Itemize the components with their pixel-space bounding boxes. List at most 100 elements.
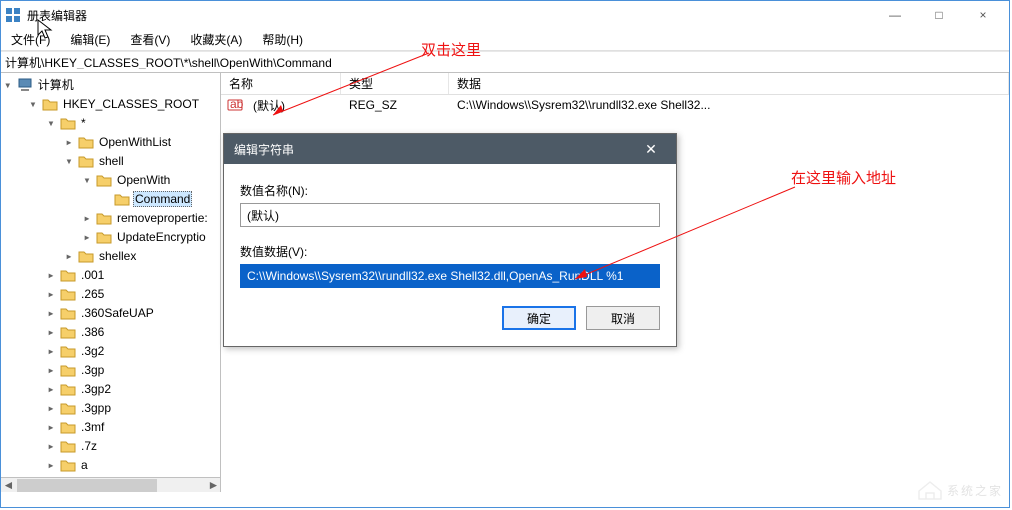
tree-toggle-icon[interactable]: ▸ [81,211,93,225]
tree-toggle-icon[interactable]: ▸ [45,363,57,377]
tree-item[interactable]: ▸ OpenWithList [1,132,220,151]
folder-icon [78,154,94,168]
tree-toggle-icon[interactable]: ▾ [27,97,39,111]
tree-item[interactable]: ▸ .3gp2 [1,379,220,398]
folder-icon [96,173,112,187]
tree-item[interactable]: ▾shell [1,151,220,170]
registry-editor-window: 册表编辑器 — □ × 文件(F) 编辑(E) 查看(V) 收藏夹(A) 帮助(… [0,0,1010,508]
tree-item[interactable]: ▸.3mf [1,417,220,436]
tree-item[interactable]: ▸ .265 [1,284,220,303]
tree-toggle-icon[interactable]: ▸ [63,135,75,149]
tree-item[interactable]: ▸.3gp [1,360,220,379]
tree-toggle-icon[interactable]: ▸ [45,344,57,358]
tree-item[interactable]: ▸ .360SafeUAP [1,303,220,322]
tree-item-label: OpenWithList [97,135,173,149]
col-name[interactable]: 名称 [221,73,341,94]
menu-favorites[interactable]: 收藏夹(A) [186,29,246,50]
address-input[interactable] [5,55,1005,69]
col-data[interactable]: 数据 [449,73,1009,94]
tree-item[interactable]: ▸.3gpp [1,398,220,417]
tree-toggle-icon[interactable]: ▸ [45,439,57,453]
folder-icon [60,344,76,358]
tree-item[interactable]: ▸.3g2 [1,341,220,360]
folder-icon [60,458,76,472]
minimize-button[interactable]: — [873,1,917,29]
tree-item-label: .265 [79,287,106,301]
scroll-right-arrow[interactable]: ► [206,479,221,492]
value-data-label: 数值数据(V): [240,243,660,260]
window-controls: — □ × [873,1,1005,29]
tree-toggle-icon[interactable]: ▸ [45,325,57,339]
cancel-button[interactable]: 取消 [586,306,660,330]
tree-item-label: Command [133,191,192,207]
folder-icon [114,192,130,206]
tree-item[interactable]: ▸UpdateEncryptio [1,227,220,246]
maximize-button[interactable]: □ [917,1,961,29]
scrollbar-thumb[interactable] [17,479,157,492]
tree-item-label: * [79,116,88,130]
string-value-icon: ab [227,97,243,113]
tree-item-label: 计算机 [36,76,76,93]
tree-toggle-icon[interactable]: ▸ [45,382,57,396]
tree-toggle-icon[interactable]: ▸ [45,287,57,301]
value-data-cell: C:\\Windows\\Sysrem32\\rundll32.exe Shel… [449,98,718,112]
tree-item[interactable]: ▾HKEY_CLASSES_ROOT [1,94,220,113]
titlebar[interactable]: 册表编辑器 — □ × [1,1,1009,29]
ok-button[interactable]: 确定 [502,306,576,330]
tree-item[interactable]: ▾* [1,113,220,132]
tree-item[interactable]: ▸ shellex [1,246,220,265]
folder-icon [60,268,76,282]
folder-icon [60,363,76,377]
menu-file[interactable]: 文件(F) [7,29,54,50]
tree-item[interactable]: ▸.001 [1,265,220,284]
tree-item-label: OpenWith [115,173,172,187]
tree-item[interactable]: ▾ 计算机 [1,75,220,94]
tree-item-label: .7z [79,439,99,453]
tree-horizontal-scrollbar[interactable]: ◄ ► [1,477,221,492]
dialog-titlebar[interactable]: 编辑字符串 ✕ [224,134,676,164]
tree-item[interactable]: ▾ OpenWith [1,170,220,189]
folder-icon [96,230,112,244]
tree-item-label: .386 [79,325,106,339]
dialog-close-button[interactable]: ✕ [636,141,666,158]
folder-icon [60,382,76,396]
tree-item[interactable]: ▸a [1,455,220,474]
tree-toggle-icon[interactable]: ▾ [63,154,75,168]
tree-toggle-icon[interactable]: ▸ [45,458,57,472]
tree-item-label: .360SafeUAP [79,306,156,320]
app-icon [5,7,21,23]
tree-toggle-icon[interactable]: ▾ [81,173,93,187]
tree-toggle-icon[interactable]: ▾ [45,116,57,130]
dialog-buttons: 确定 取消 [240,306,660,330]
folder-icon [60,401,76,415]
tree-item-label: .3gp2 [79,382,113,396]
tree-toggle-icon[interactable]: ▸ [63,249,75,263]
close-button[interactable]: × [961,1,1005,29]
value-data-input[interactable] [240,264,660,288]
tree-item[interactable]: ▸ .7z [1,436,220,455]
tree-toggle-icon[interactable]: ▸ [45,420,57,434]
tree-item[interactable]: ▸removepropertie: [1,208,220,227]
col-type[interactable]: 类型 [341,73,449,94]
tree-item[interactable]: Command [1,189,220,208]
folder-icon [60,116,76,130]
tree-item-label: a [79,458,90,472]
tree-toggle-icon[interactable]: ▸ [45,268,57,282]
dialog-title: 编辑字符串 [234,141,294,158]
menu-help[interactable]: 帮助(H) [258,29,307,50]
tree-item-label: shellex [97,249,138,263]
computer-icon [17,78,33,92]
tree-toggle-icon[interactable]: ▸ [45,306,57,320]
menu-edit[interactable]: 编辑(E) [66,29,114,50]
menu-view[interactable]: 查看(V) [126,29,174,50]
scroll-left-arrow[interactable]: ◄ [1,479,16,492]
value-name-input[interactable] [240,203,660,227]
folder-icon [96,211,112,225]
watermark: 系统之家 [917,479,1003,501]
tree-toggle-icon[interactable]: ▾ [2,78,14,92]
tree-toggle-icon[interactable]: ▸ [45,401,57,415]
tree-item[interactable]: ▸ .386 [1,322,220,341]
value-row[interactable]: ab(默认)REG_SZC:\\Windows\\Sysrem32\\rundl… [221,95,1009,115]
tree-toggle-icon[interactable]: ▸ [81,230,93,244]
tree-pane[interactable]: ▾计算机▾HKEY_CLASSES_ROOT▾*▸OpenWithList▾sh… [1,73,221,492]
